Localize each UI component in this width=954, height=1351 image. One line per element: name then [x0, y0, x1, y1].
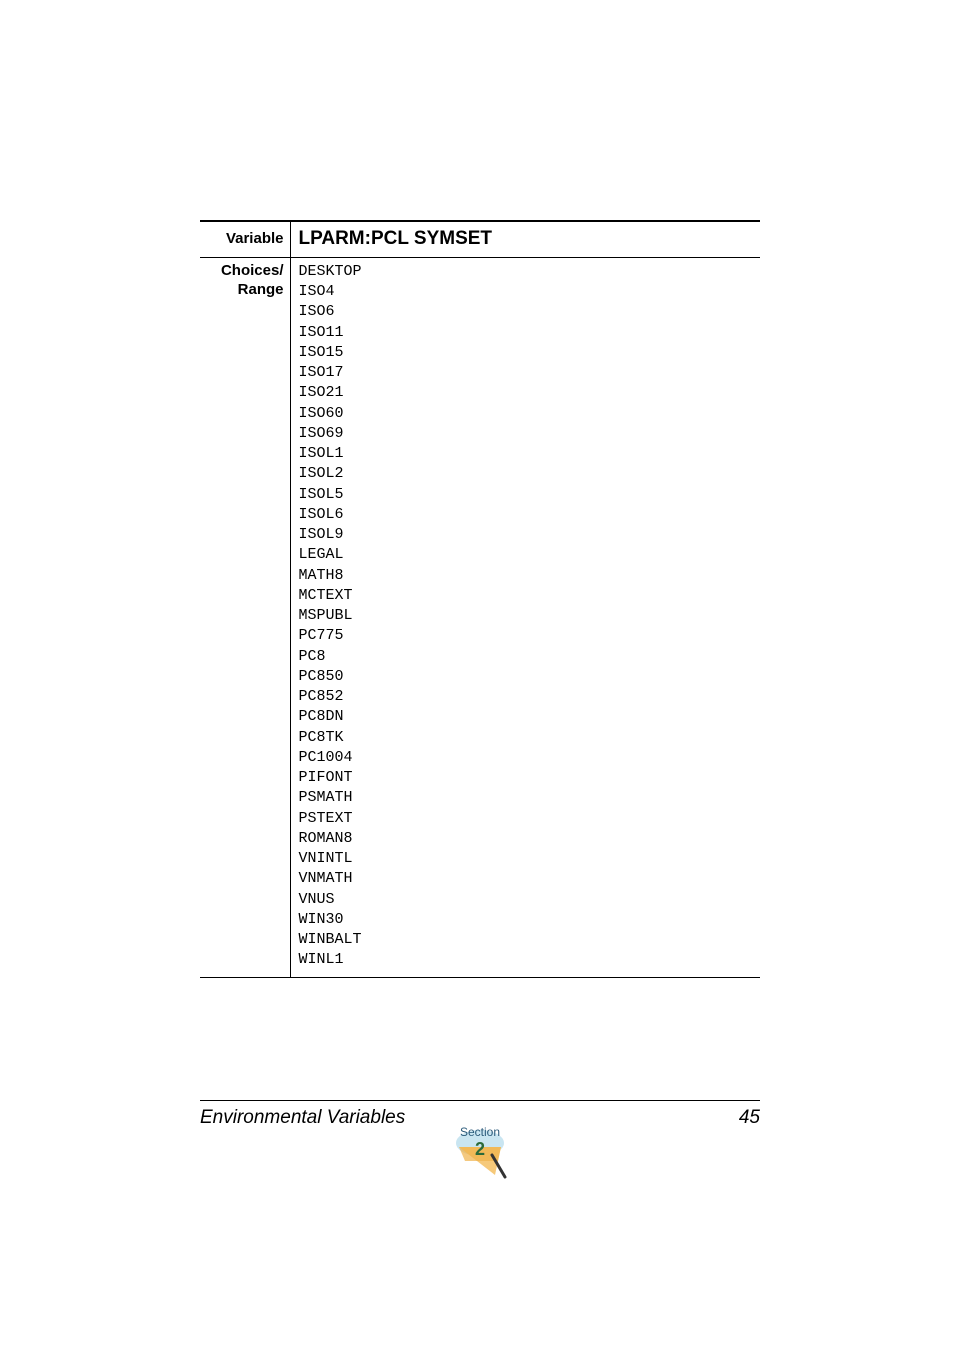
choice-item: ISOL6	[299, 505, 753, 525]
choice-item: WINBALT	[299, 930, 753, 950]
choice-item: ISO4	[299, 282, 753, 302]
content-area: Variable LPARM:PCL SYMSET Choices/ Range…	[200, 220, 760, 978]
choice-item: ISO69	[299, 424, 753, 444]
choice-item: PIFONT	[299, 768, 753, 788]
table-row: Choices/ Range DESKTOPISO4ISO6ISO11ISO15…	[200, 257, 760, 977]
choice-item: PC8DN	[299, 707, 753, 727]
choice-item: MATH8	[299, 566, 753, 586]
choice-item: VNMATH	[299, 869, 753, 889]
variable-label: Variable	[200, 221, 290, 257]
choice-item: PC852	[299, 687, 753, 707]
variable-value: LPARM:PCL SYMSET	[290, 221, 760, 257]
table-row: Variable LPARM:PCL SYMSET	[200, 221, 760, 257]
choice-item: VNUS	[299, 890, 753, 910]
choice-item: ROMAN8	[299, 829, 753, 849]
choice-item: WINL1	[299, 950, 753, 970]
choice-item: PC1004	[299, 748, 753, 768]
section-badge: Section 2	[445, 1125, 515, 1181]
choices-label-line2: Range	[238, 281, 284, 298]
footer-title: Environmental Variables	[200, 1107, 405, 1129]
choice-item: ISO21	[299, 383, 753, 403]
section-number: 2	[445, 1139, 515, 1160]
page-footer: Environmental Variables 45 Section 2	[200, 1100, 760, 1129]
choice-item: ISOL5	[299, 485, 753, 505]
choice-item: PC8	[299, 647, 753, 667]
choice-item: PC775	[299, 626, 753, 646]
choice-item: LEGAL	[299, 545, 753, 565]
choice-item: PSTEXT	[299, 809, 753, 829]
section-label: Section	[445, 1125, 515, 1139]
choice-item: WIN30	[299, 910, 753, 930]
choice-item: ISO11	[299, 323, 753, 343]
choice-item: PC8TK	[299, 728, 753, 748]
choices-label: Choices/ Range	[200, 257, 290, 977]
choice-item: ISOL2	[299, 464, 753, 484]
choice-item: ISO60	[299, 404, 753, 424]
choice-item: VNINTL	[299, 849, 753, 869]
choices-list: DESKTOPISO4ISO6ISO11ISO15ISO17ISO21ISO60…	[290, 257, 760, 977]
page-number: 45	[739, 1107, 760, 1129]
choice-item: ISO6	[299, 302, 753, 322]
variable-table: Variable LPARM:PCL SYMSET Choices/ Range…	[200, 220, 760, 978]
choice-item: ISO15	[299, 343, 753, 363]
choices-label-line1: Choices/	[221, 262, 284, 279]
choice-item: ISOL1	[299, 444, 753, 464]
choice-item: MCTEXT	[299, 586, 753, 606]
choice-item: ISO17	[299, 363, 753, 383]
choice-item: PC850	[299, 667, 753, 687]
choice-item: PSMATH	[299, 788, 753, 808]
choice-item: ISOL9	[299, 525, 753, 545]
choice-item: DESKTOP	[299, 262, 753, 282]
choice-item: MSPUBL	[299, 606, 753, 626]
